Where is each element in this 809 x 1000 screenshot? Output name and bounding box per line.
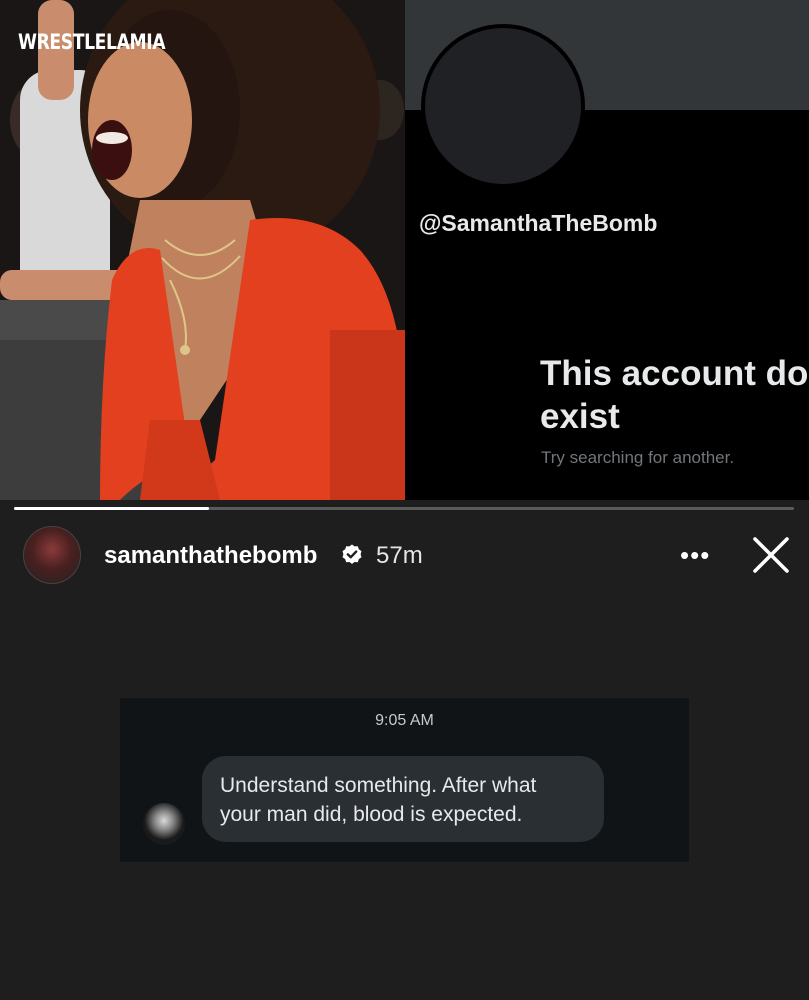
dm-timestamp: 9:05 AM: [375, 712, 434, 729]
more-horizontal-icon[interactable]: •••: [680, 540, 716, 570]
dm-screenshot: 9:05 AM Understand something. After what…: [120, 698, 689, 862]
photo-panel: WRESTLELAMIA: [0, 0, 405, 500]
story-header: samanthathebomb 57m •••: [0, 520, 809, 592]
story-media: WRESTLELAMIA @SamanthaTheBomb This accou…: [0, 0, 809, 500]
close-icon[interactable]: [750, 534, 792, 576]
account-not-exist-heading: This account do exist: [540, 352, 808, 438]
profile-handle: @SamanthaTheBomb: [419, 210, 658, 236]
message-line-1: Understand something. After what: [220, 774, 537, 797]
avatar[interactable]: [23, 526, 81, 584]
profile-avatar-placeholder: [421, 24, 585, 188]
not-exist-line-1: This account do: [540, 354, 809, 393]
verified-badge-icon: [342, 544, 362, 564]
message-line-2: your man did, blood is expected.: [220, 803, 523, 826]
try-searching-text: Try searching for another.: [541, 448, 735, 467]
story-progress-fill: [14, 507, 209, 510]
watermark-logo: WRESTLELAMIA: [18, 30, 166, 54]
story-time: 57m: [376, 542, 423, 569]
not-exist-line-2: exist: [540, 397, 620, 436]
sender-avatar: [143, 803, 185, 845]
username[interactable]: samanthathebomb: [104, 542, 317, 570]
profile-screenshot: @SamanthaTheBomb This account do exist T…: [405, 0, 809, 500]
message-bubble: Understand something. After what your ma…: [202, 756, 604, 842]
photo-illustration: [0, 0, 405, 500]
story-progress-bar: [14, 507, 794, 510]
